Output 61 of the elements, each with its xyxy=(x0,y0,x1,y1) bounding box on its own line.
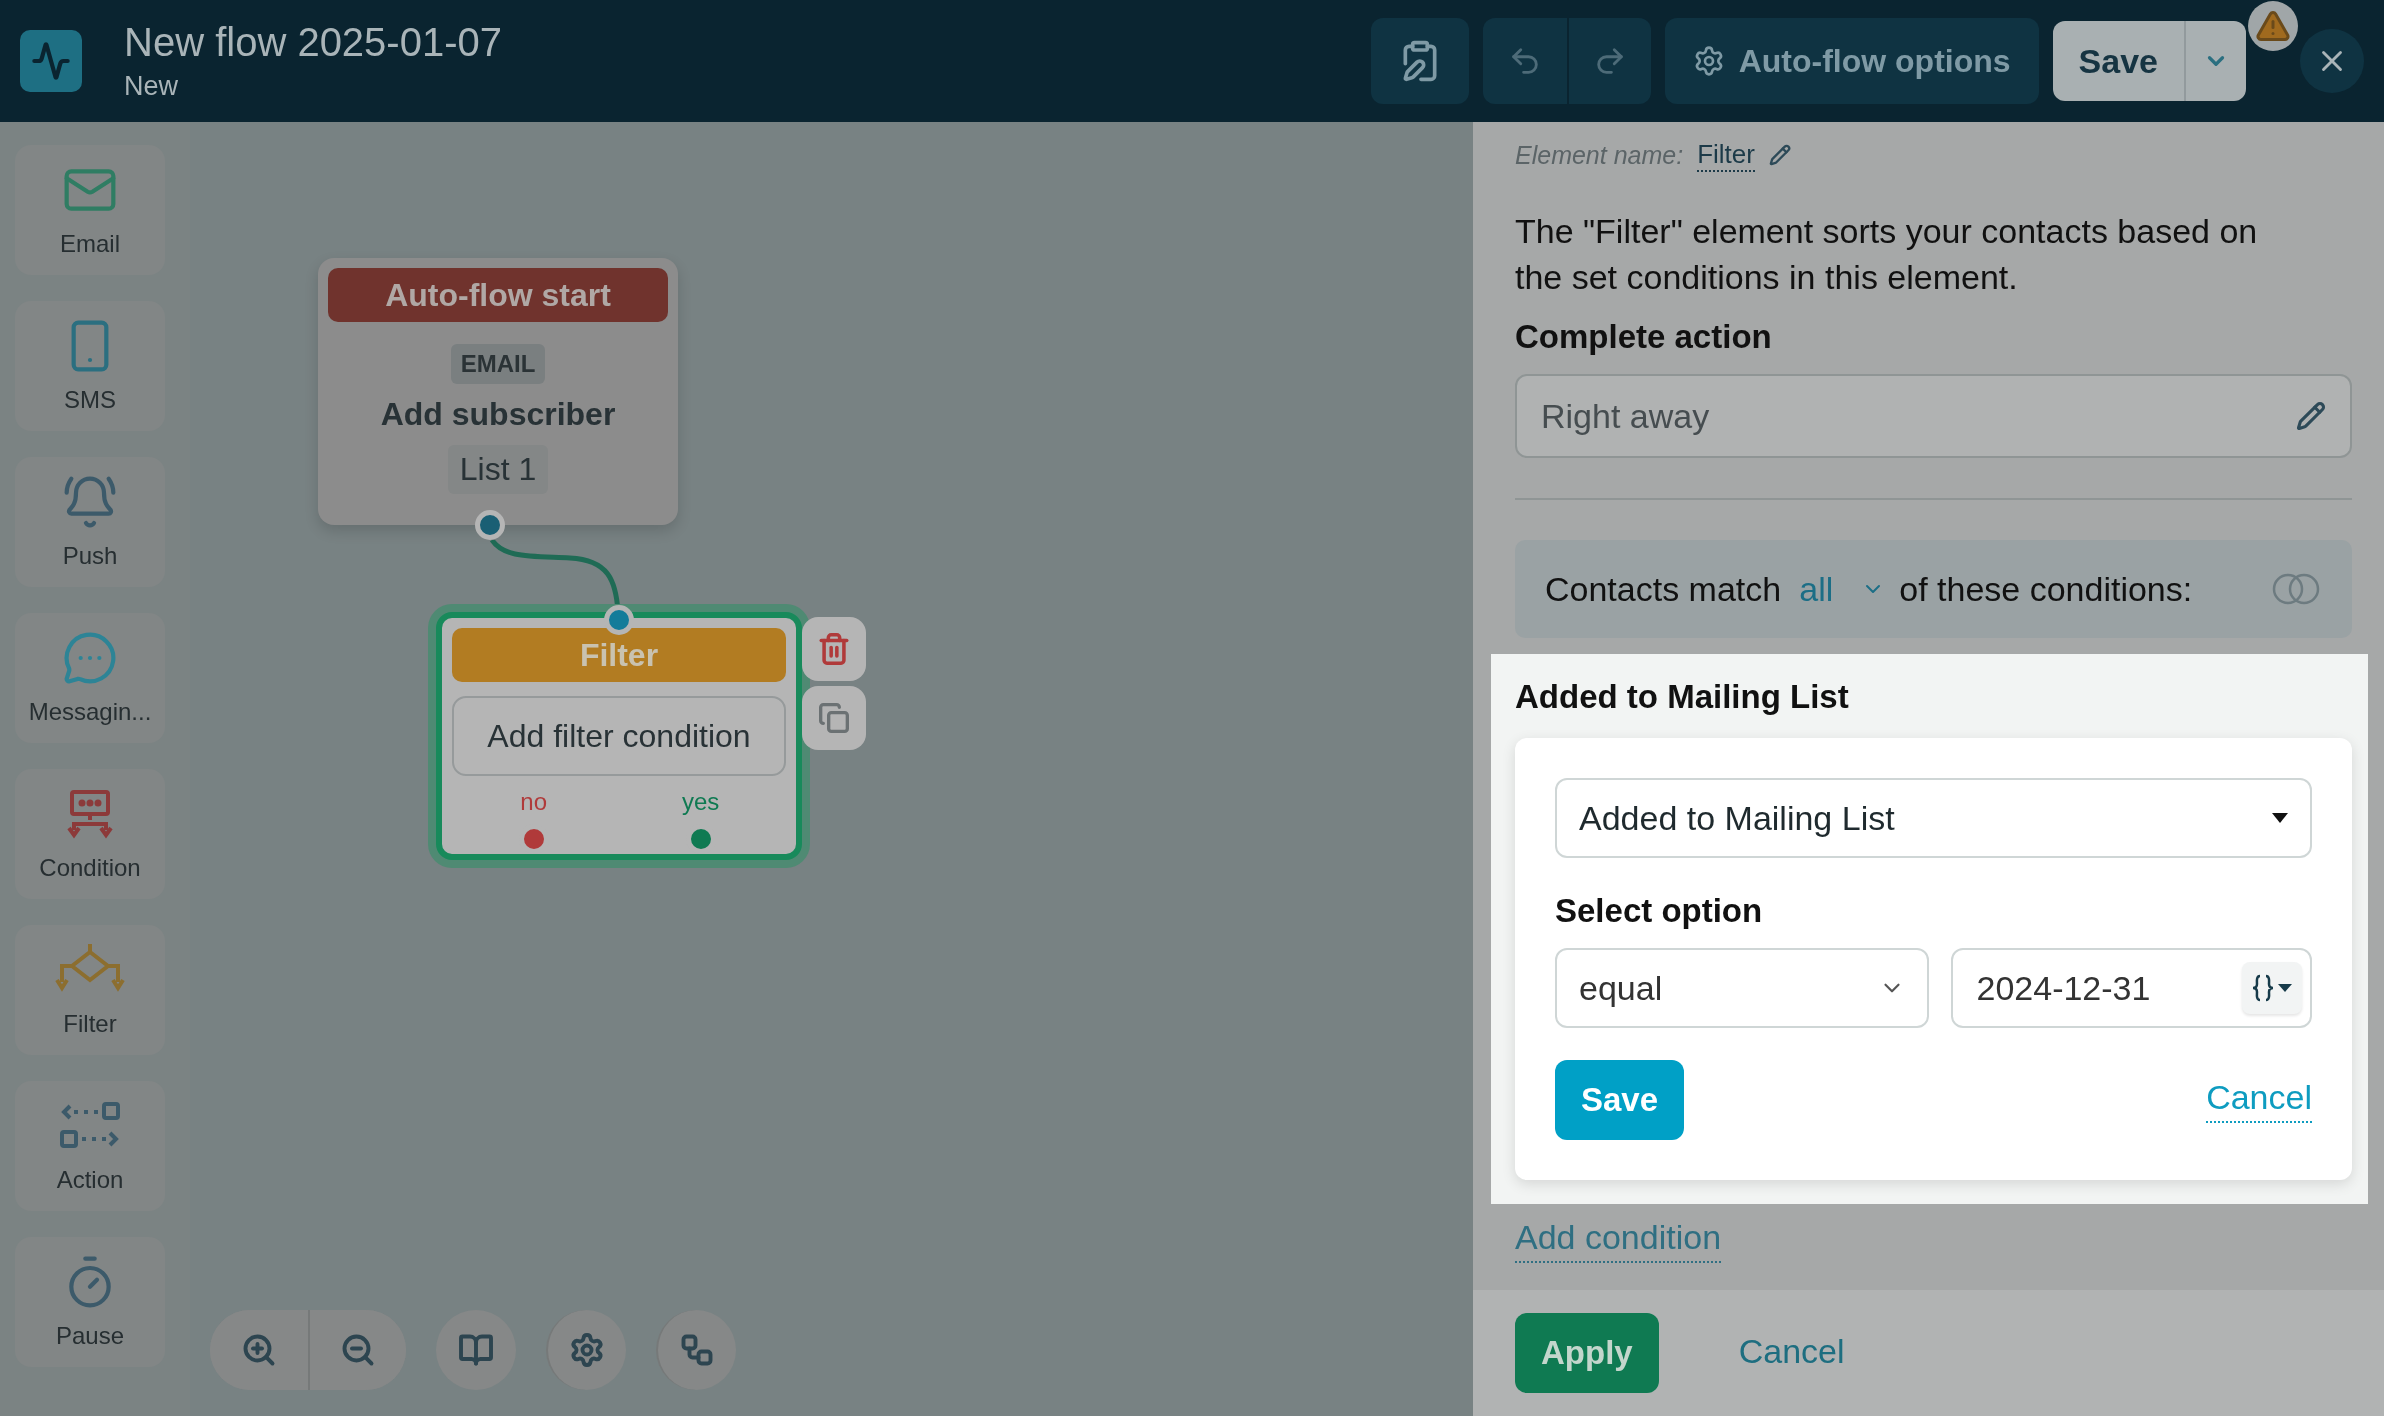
warning-icon xyxy=(2255,8,2291,44)
save-condition-button[interactable]: Save xyxy=(1555,1060,1685,1140)
variable-button[interactable] xyxy=(2242,962,2302,1014)
clipboard-button[interactable] xyxy=(1370,18,1469,104)
list-tag: List 1 xyxy=(447,445,549,494)
description-text: The "Filter" element sorts your contacts based on the set conditions in this element. xyxy=(1515,211,2259,298)
duplicate-button[interactable] xyxy=(802,686,866,750)
palette-item[interactable]: Filter xyxy=(15,925,165,1055)
condition-select[interactable]: Added to Mailing List xyxy=(1555,778,2312,858)
logo-icon xyxy=(20,30,82,92)
caret-icon xyxy=(2278,984,2292,992)
palette-item[interactable]: Action xyxy=(15,1081,165,1211)
flow-title: New flow 2025-01-07 xyxy=(124,20,503,65)
cancel-link[interactable]: Cancel xyxy=(2206,1077,2312,1123)
palette-item[interactable]: Email xyxy=(15,145,165,275)
node-title: Add subscriber xyxy=(380,396,616,433)
operator-select[interactable]: equal xyxy=(1555,948,1929,1028)
complete-action-label: Complete action xyxy=(1515,318,1773,356)
channel-tag: EMAIL xyxy=(450,344,546,384)
match-dropdown[interactable]: all xyxy=(1799,569,1886,609)
node-header: Filter xyxy=(452,628,786,682)
match-label: of these conditions: xyxy=(1899,569,2194,609)
date-field[interactable]: 2024-12-31 xyxy=(1950,948,2312,1028)
settings-icon xyxy=(569,1332,605,1368)
start-node[interactable]: Auto-flow start EMAIL Add subscriber List 1 xyxy=(318,258,678,525)
add-filter-condition-button[interactable]: Add filter condition xyxy=(452,696,786,776)
output-label: yes xyxy=(681,788,720,816)
apply-button[interactable]: Apply xyxy=(1515,1313,1659,1393)
palette-item[interactable]: Condition xyxy=(15,769,165,899)
flow-status: New xyxy=(124,71,179,102)
zoom-out-icon xyxy=(340,1332,376,1368)
palette-item[interactable]: Push xyxy=(15,457,165,587)
node-header: Auto-flow start xyxy=(328,268,668,322)
element-name[interactable]: Filter xyxy=(1697,138,1755,172)
palette-item[interactable]: Pause xyxy=(15,1237,165,1367)
palette-item[interactable]: SMS xyxy=(15,301,165,431)
output-port[interactable] xyxy=(475,510,505,540)
caret-icon xyxy=(2272,813,2288,823)
zoom-in-icon xyxy=(241,1332,277,1368)
bell-icon xyxy=(62,474,118,530)
copy-icon xyxy=(818,702,850,734)
match-label: Contacts match xyxy=(1545,569,1782,609)
pencil-icon xyxy=(2296,401,2326,431)
condition-title: Added to Mailing List xyxy=(1515,678,1850,716)
select-option-label: Select option xyxy=(1555,892,1764,930)
complete-action-field[interactable]: Right away xyxy=(1515,374,2352,458)
chat-bubble-icon xyxy=(62,630,118,686)
venn-icon[interactable] xyxy=(2270,572,2322,606)
output-label: no xyxy=(520,788,547,816)
add-condition-link[interactable]: Add condition xyxy=(1515,1218,1722,1263)
palette-item[interactable]: Messagin... xyxy=(15,613,165,743)
braces-icon xyxy=(2252,974,2274,1002)
book-icon xyxy=(458,1332,494,1368)
trash-icon xyxy=(817,632,851,666)
element-name-label: Element name: xyxy=(1515,140,1684,170)
cancel-button[interactable]: Cancel xyxy=(1738,1331,1845,1375)
warning-badge[interactable] xyxy=(2248,1,2298,51)
edit-icon[interactable] xyxy=(1768,144,1791,166)
delete-button[interactable] xyxy=(802,617,866,681)
auto-flow-options-button[interactable]: Auto-flow options xyxy=(1664,18,2039,104)
diagram-icon xyxy=(679,1332,715,1368)
